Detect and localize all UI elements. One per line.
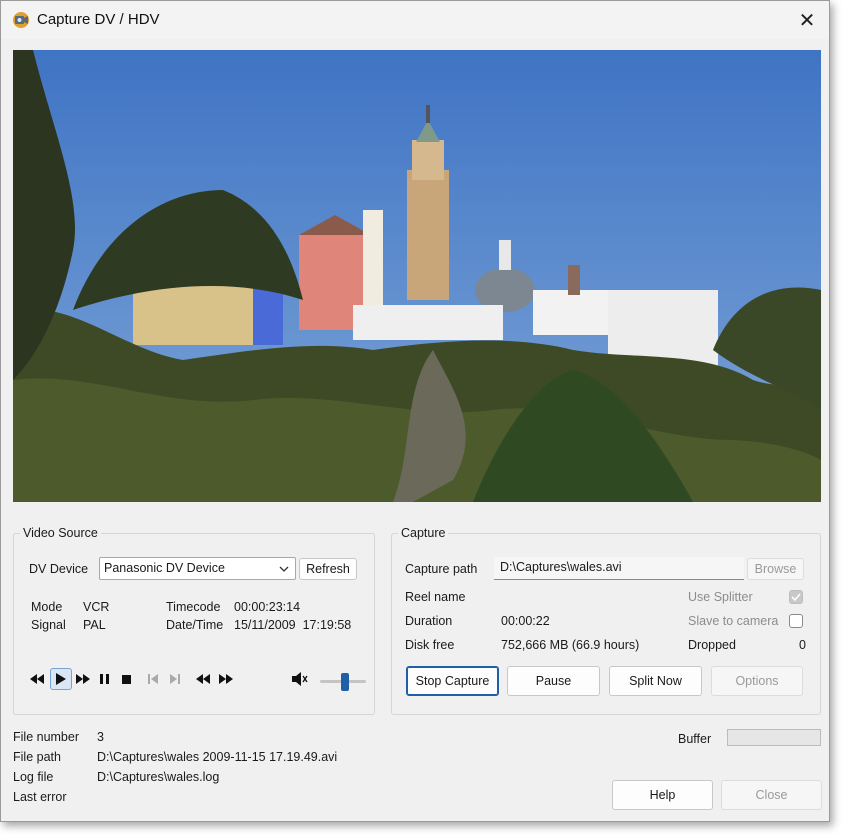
preview-image — [13, 50, 821, 502]
mode-label: Mode — [31, 600, 63, 614]
fast-forward-icon[interactable] — [74, 670, 92, 688]
log-file-label: Log file — [13, 770, 54, 784]
skip-back-icon[interactable] — [194, 670, 212, 688]
capture-path-label: Capture path — [405, 562, 478, 576]
datetime-value: 15/11/2009 17:19:58 — [234, 618, 352, 632]
close-button[interactable]: Close — [721, 780, 822, 810]
dv-device-value: Panasonic DV Device — [104, 561, 225, 575]
frame-back-icon[interactable] — [144, 670, 162, 688]
capture-label: Capture — [398, 526, 449, 540]
pause-icon[interactable] — [95, 670, 113, 688]
video-source-label: Video Source — [20, 526, 101, 540]
timecode-value: 00:00:23:14 — [234, 600, 301, 614]
signal-value: PAL — [83, 618, 106, 632]
file-path-label: File path — [13, 750, 61, 764]
help-button[interactable]: Help — [612, 780, 713, 810]
dv-device-label: DV Device — [29, 562, 89, 576]
file-number-value: 3 — [97, 730, 104, 744]
slave-to-camera-checkbox[interactable] — [789, 614, 803, 628]
pause-button[interactable]: Pause — [507, 666, 600, 696]
browse-button[interactable]: Browse — [747, 558, 804, 580]
title-bar: Capture DV / HDV ✕ — [1, 1, 829, 39]
disk-free-label: Disk free — [405, 638, 455, 652]
capture-path-field[interactable]: D:\Captures\wales.avi — [494, 557, 744, 580]
disk-free-value: 752,666 MB (66.9 hours) — [501, 638, 640, 652]
rewind-icon[interactable] — [28, 670, 46, 688]
use-splitter-checkbox[interactable] — [789, 590, 803, 604]
frame-forward-icon[interactable] — [166, 670, 184, 688]
volume-thumb[interactable] — [341, 673, 349, 691]
timecode-label: Timecode — [166, 600, 221, 614]
buffer-label: Buffer — [678, 732, 712, 746]
dropped-value: 0 — [799, 638, 806, 652]
log-file-value: D:\Captures\wales.log — [97, 770, 220, 784]
stop-icon[interactable] — [117, 670, 135, 688]
refresh-button[interactable]: Refresh — [299, 558, 357, 580]
chevron-down-icon — [279, 566, 289, 572]
app-icon — [13, 12, 29, 28]
last-error-label: Last error — [13, 790, 67, 804]
options-button[interactable]: Options — [711, 666, 803, 696]
dv-device-select[interactable]: Panasonic DV Device — [99, 557, 296, 580]
file-number-label: File number — [13, 730, 79, 744]
datetime-label: Date/Time — [166, 618, 224, 632]
dropped-label: Dropped — [688, 638, 736, 652]
slave-to-camera-label: Slave to camera — [688, 614, 779, 628]
volume-slider[interactable] — [320, 673, 366, 691]
stop-capture-button[interactable]: Stop Capture — [406, 666, 499, 696]
video-preview — [13, 50, 821, 502]
volume-icon[interactable] — [291, 670, 309, 688]
signal-label: Signal — [31, 618, 66, 632]
mode-value: VCR — [83, 600, 110, 614]
file-path-value: D:\Captures\wales 2009-11-15 17.19.49.av… — [97, 750, 338, 764]
checkmark-icon — [791, 593, 801, 602]
buffer-progress — [727, 729, 821, 746]
close-icon[interactable]: ✕ — [785, 1, 829, 39]
skip-forward-icon[interactable] — [217, 670, 235, 688]
use-splitter-label: Use Splitter — [688, 590, 753, 604]
capture-dialog: Capture DV / HDV ✕ Video Source DV Devic… — [0, 0, 830, 822]
duration-value: 00:00:22 — [501, 614, 550, 628]
play-icon[interactable] — [50, 668, 72, 690]
window-title: Capture DV / HDV — [37, 11, 160, 28]
duration-label: Duration — [405, 614, 453, 628]
reel-name-label: Reel name — [405, 590, 466, 604]
split-now-button[interactable]: Split Now — [609, 666, 702, 696]
